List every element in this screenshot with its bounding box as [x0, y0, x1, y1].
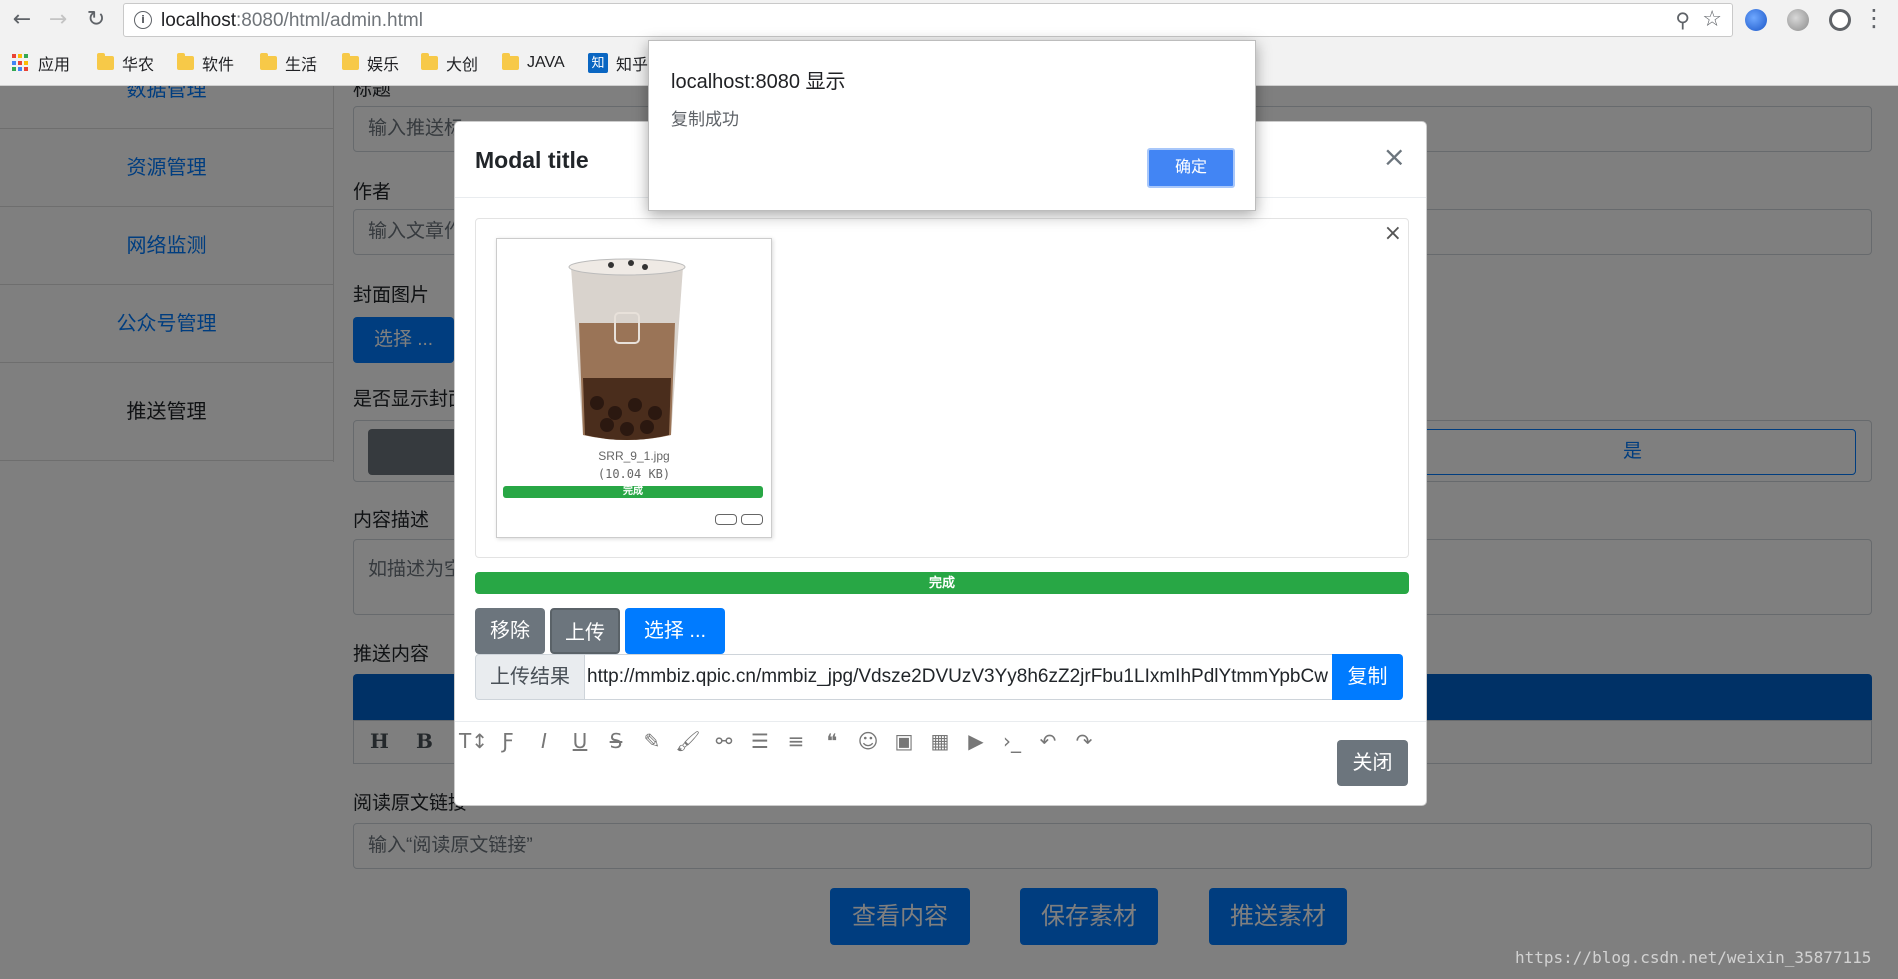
- bookmark-folder[interactable]: JAVA: [502, 52, 565, 74]
- file-thumbnail: SRR_9_1.jpg (10.04 KB) 完成: [496, 238, 772, 538]
- address-bar[interactable]: i localhost:8080/html/admin.html ⚲ ☆: [123, 3, 1733, 37]
- bookmark-label: 华农: [122, 57, 155, 74]
- back-arrow-icon[interactable]: ←: [8, 6, 36, 34]
- undo-icon[interactable]: ↶: [1035, 728, 1061, 754]
- watermark: https://blog.csdn.net/weixin_35877115: [1515, 948, 1872, 967]
- browser-menu-icon[interactable]: ⋮: [1862, 4, 1886, 32]
- upload-result-group: 上传结果 http://mmbiz.qpic.cn/mmbiz_jpg/Vdsz…: [475, 654, 1409, 700]
- link-icon[interactable]: ⚯: [711, 728, 737, 754]
- reload-icon[interactable]: ↻: [82, 6, 110, 34]
- remove-button[interactable]: 移除: [475, 608, 545, 654]
- select-file-button[interactable]: 选择 ...: [625, 608, 725, 654]
- file-progress-bar: 完成: [503, 486, 763, 498]
- alert-message: 复制成功: [671, 110, 739, 129]
- emoji-icon[interactable]: ☺: [855, 728, 881, 754]
- redo-icon[interactable]: ↷: [1071, 728, 1097, 754]
- upload-button[interactable]: 上传: [550, 608, 620, 654]
- pen-icon[interactable]: ✎: [639, 728, 665, 754]
- file-preview-zone[interactable]: × SRR_9_1.jpg (10.04 KB) 完成: [475, 218, 1409, 558]
- bookmark-star-icon[interactable]: ☆: [1702, 7, 1722, 32]
- zhihu-icon: 知: [588, 53, 608, 73]
- browser-toolbar: ← → ↻ i localhost:8080/html/admin.html ⚲…: [0, 0, 1898, 40]
- video-icon[interactable]: ▶: [963, 728, 989, 754]
- file-upload-action-button[interactable]: [715, 514, 737, 525]
- url-text[interactable]: localhost:8080/html/admin.html: [161, 10, 423, 32]
- bookmark-folder[interactable]: 娱乐: [342, 52, 399, 74]
- bookmark-folder[interactable]: 生活: [260, 52, 317, 74]
- folder-icon: [177, 53, 194, 70]
- bookmark-folder[interactable]: 华农: [97, 52, 154, 74]
- info-icon[interactable]: i: [134, 11, 152, 29]
- extension-gray-icon[interactable]: [1787, 9, 1809, 31]
- bookmark-label: 娱乐: [367, 57, 400, 74]
- extension-translate-icon[interactable]: [1745, 9, 1767, 31]
- quote-icon[interactable]: ❝: [819, 728, 845, 754]
- modal-title: Modal title: [475, 147, 589, 173]
- folder-icon: [502, 53, 519, 70]
- alert-ok-button[interactable]: 确定: [1147, 148, 1235, 188]
- upload-result-input[interactable]: http://mmbiz.qpic.cn/mmbiz_jpg/Vdsze2DVU…: [584, 654, 1333, 700]
- upload-result-label: 上传结果: [475, 654, 585, 700]
- file-name: SRR_9_1.jpg: [598, 449, 670, 463]
- code-icon[interactable]: ›_: [999, 728, 1025, 754]
- extension-sync-icon[interactable]: [1829, 9, 1851, 31]
- text-size-icon[interactable]: T↕: [459, 728, 488, 754]
- forward-arrow-icon[interactable]: →: [44, 6, 72, 34]
- file-size: (10.04 KB): [597, 467, 671, 481]
- close-icon[interactable]: ×: [1383, 143, 1406, 171]
- bookmark-label: 生活: [285, 57, 318, 74]
- folder-icon: [421, 53, 438, 70]
- close-button[interactable]: 关闭: [1337, 740, 1408, 786]
- bookmark-folder[interactable]: 大创: [421, 52, 478, 74]
- total-progress-bar: 完成: [475, 572, 1409, 594]
- apps-grid-icon: [12, 54, 30, 72]
- file-remove-action-button[interactable]: [741, 514, 763, 525]
- folder-icon: [260, 53, 277, 70]
- alert-title: localhost:8080 显示: [671, 71, 846, 93]
- folder-icon: [97, 53, 114, 70]
- bookmark-folder[interactable]: 软件: [177, 52, 234, 74]
- bookmark-label: JAVA: [527, 54, 565, 71]
- underline-icon[interactable]: U: [567, 728, 593, 754]
- italic-icon[interactable]: I: [531, 728, 557, 754]
- upload-modal: Modal title × × SRR_9_1.jpg (10.04 KB) 完…: [454, 121, 1427, 806]
- bubble-tea-image: [568, 258, 686, 440]
- copy-button[interactable]: 复制: [1332, 654, 1403, 700]
- image-icon[interactable]: ▣: [891, 728, 917, 754]
- table-icon[interactable]: ▦: [927, 728, 953, 754]
- strikethrough-icon[interactable]: S: [603, 728, 629, 754]
- clear-preview-icon[interactable]: ×: [1384, 221, 1402, 246]
- bookmark-label: 知乎: [616, 57, 649, 74]
- zoom-icon[interactable]: ⚲: [1675, 8, 1690, 32]
- font-icon[interactable]: Ƒ: [495, 728, 521, 754]
- list-icon[interactable]: ☰: [747, 728, 773, 754]
- bookmark-zhihu[interactable]: 知 知乎: [588, 52, 648, 74]
- bookmark-label: 应用: [38, 57, 71, 74]
- align-icon[interactable]: ≡: [783, 728, 809, 754]
- bookmark-label: 大创: [446, 57, 479, 74]
- bookmark-label: 软件: [202, 57, 235, 74]
- folder-icon: [342, 53, 359, 70]
- bookmark-apps[interactable]: 应用: [12, 52, 70, 74]
- modal-footer-divider: [455, 721, 1426, 722]
- brush-icon[interactable]: 🖌: [675, 728, 701, 754]
- alert-dialog: localhost:8080 显示 复制成功 确定: [648, 40, 1256, 211]
